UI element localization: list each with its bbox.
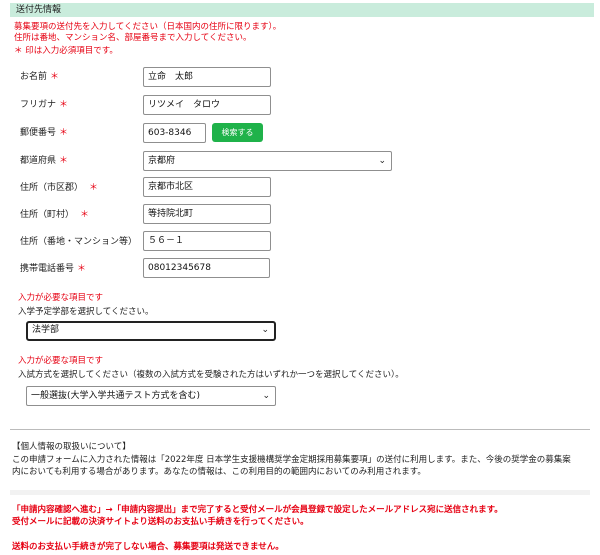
phone-input[interactable]: 08012345678 [143,258,270,278]
exam-selected: 一般選抜(大学入学共通テスト方式を含む) [31,391,201,401]
chevron-down-icon: ⌄ [262,391,270,401]
privacy-title: 【個人情報の取扱いについて】 [12,442,131,452]
divider [10,429,590,430]
prefecture-selected: 京都府 [148,156,176,166]
note-line-1: 募集要項の送付先を入力してください（日本国内の住所に限ります）。 [14,22,282,32]
furigana-label: フリガナ＊ [20,99,68,111]
furigana-input[interactable]: リツメイ タロウ [143,95,271,115]
chevron-down-icon: ⌄ [378,156,386,166]
name-label-text: お名前 [20,72,48,82]
privacy-line-1: この申請フォームに入力された情報は「2022年度 日本学生支援機構奨学金定期採用… [12,455,571,465]
notice-line-2: 受付メールに記載の決済サイトより送料のお支払い手続きを行ってください。 [12,517,309,527]
name-label: お名前＊ [20,71,59,83]
prefecture-select[interactable]: 京都府 ⌄ [143,151,392,171]
prefecture-label-text: 都道府県 [20,156,57,166]
exam-select[interactable]: 一般選抜(大学入学共通テスト方式を含む) ⌄ [26,386,276,406]
faculty-prompt: 入学予定学部を選択してください。 [18,307,154,317]
prefecture-label: 都道府県＊ [20,155,68,167]
phone-label-text: 携帯電話番号 [20,264,75,274]
required-note: ＊ 印は入力必須項目です。 [14,46,118,56]
phone-label: 携帯電話番号＊ [20,263,86,275]
address-city-label: 住所（市区郡） ＊ [20,182,98,194]
required-mark: ＊ [89,183,99,193]
required-mark: ＊ [59,128,69,138]
address-city-input[interactable]: 京都市北区 [143,177,271,197]
name-input[interactable]: 立命 太郎 [143,67,271,87]
note-line-2: 住所は番地、マンション名、部屋番号まで入力してください。 [14,33,252,43]
required-mark: ＊ [50,72,60,82]
furigana-label-text: フリガナ [20,100,57,110]
notice-separator [10,490,590,495]
postal-search-button[interactable]: 検索する [212,123,263,142]
postal-label: 郵便番号＊ [20,127,68,139]
address-town-label: 住所（町村） ＊ [20,209,89,221]
exam-error: 入力が必要な項目です [18,356,104,366]
section-title: 送付先情報 [16,5,62,15]
address-street-input[interactable]: ５６－１ [143,231,271,251]
required-mark: ＊ [59,156,69,166]
faculty-selected: 法学部 [32,325,60,335]
address-town-input[interactable]: 等持院北町 [143,204,271,224]
required-mark: ＊ [80,210,90,220]
exam-prompt: 入試方式を選択してください（複数の入試方式を受験された方はいずれか一つを選択して… [18,370,404,380]
faculty-select[interactable]: 法学部 ⌄ [26,321,276,341]
required-mark: ＊ [59,100,69,110]
privacy-line-2: 内においても利用する場合があります。あなたの情報は、この利用目的の範囲内において… [12,467,426,477]
required-mark: ＊ [77,264,87,274]
faculty-error: 入力が必要な項目です [18,293,104,303]
notice-line-1: 「申請内容確認へ進む」→「申請内容提出」まで完了すると受付メールが会員登録で設定… [12,505,503,515]
address-street-label: 住所（番地・マンション等） [20,237,138,247]
chevron-down-icon: ⌄ [261,325,269,335]
postal-code-input[interactable]: 603-8346 [143,123,206,143]
address-town-label-text: 住所（町村） [20,210,75,220]
address-city-label-text: 住所（市区郡） [20,183,84,193]
postal-label-text: 郵便番号 [20,128,57,138]
notice-line-3: 送料のお支払い手続きが完了しない場合、募集要項は発送できません。 [12,542,284,552]
section-header: 送付先情報 [10,3,594,17]
